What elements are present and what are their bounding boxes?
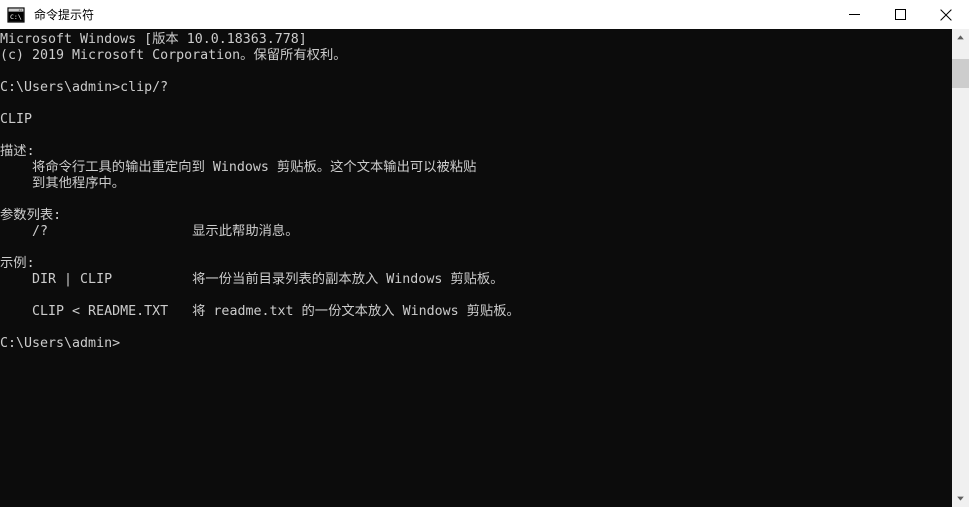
close-button[interactable] bbox=[923, 0, 969, 29]
svg-text:C:\: C:\ bbox=[10, 13, 22, 21]
console-output-area[interactable]: Microsoft Windows [版本 10.0.18363.778] (c… bbox=[0, 29, 952, 507]
console-icon: C:\ bbox=[7, 6, 25, 23]
minimize-button[interactable] bbox=[831, 0, 877, 29]
scroll-up-icon[interactable] bbox=[952, 29, 969, 46]
maximize-button[interactable] bbox=[877, 0, 923, 29]
titlebar-left-group: C:\ 命令提示符 bbox=[0, 6, 831, 23]
scrollbar-track[interactable] bbox=[952, 46, 969, 490]
scroll-down-icon[interactable] bbox=[952, 490, 969, 507]
window-titlebar[interactable]: C:\ 命令提示符 bbox=[0, 0, 969, 29]
window-controls bbox=[831, 0, 969, 29]
console-text: Microsoft Windows [版本 10.0.18363.778] (c… bbox=[0, 32, 520, 351]
vertical-scrollbar[interactable] bbox=[952, 29, 969, 507]
window-body: Microsoft Windows [版本 10.0.18363.778] (c… bbox=[0, 29, 969, 507]
window-title: 命令提示符 bbox=[34, 7, 95, 22]
scrollbar-thumb[interactable] bbox=[952, 59, 969, 88]
command-prompt-window: C:\ 命令提示符 Microsoft Windows [版本 10.0.183… bbox=[0, 0, 969, 507]
